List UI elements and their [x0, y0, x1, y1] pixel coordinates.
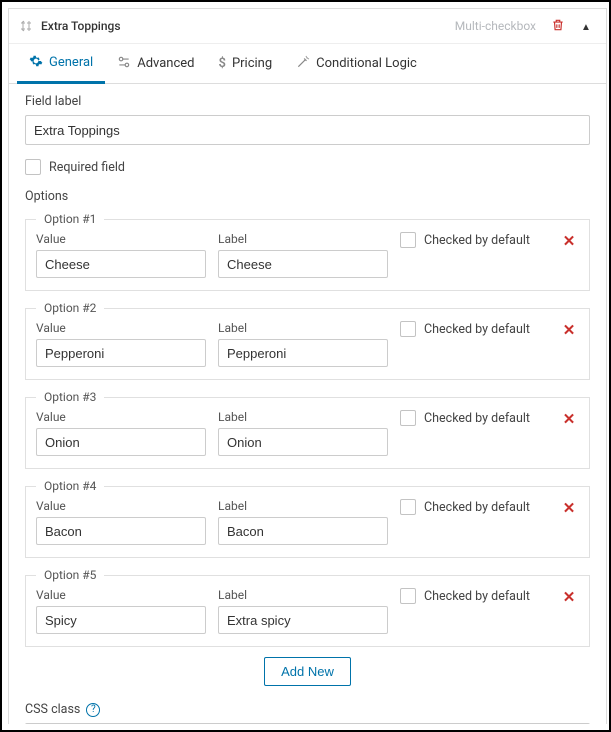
help-icon[interactable]: ?: [86, 703, 100, 717]
option-label-label: Label: [218, 321, 388, 335]
tab-pricing[interactable]: $ Pricing: [207, 44, 285, 83]
option-fieldset: Option #5 Value Label Checked by default ✕: [25, 568, 590, 647]
drag-handle-icon[interactable]: [19, 20, 33, 32]
tab-pricing-label: Pricing: [232, 56, 272, 71]
option-label-label: Label: [218, 410, 388, 424]
option-value-input[interactable]: [36, 428, 206, 456]
field-label-input[interactable]: [25, 115, 590, 145]
option-label-label: Label: [218, 499, 388, 513]
option-default-label: Checked by default: [424, 233, 530, 248]
css-class-title: CSS class: [25, 702, 80, 717]
option-default-checkbox[interactable]: [400, 499, 416, 515]
option-legend: Option #4: [36, 479, 104, 493]
tab-advanced-label: Advanced: [137, 56, 194, 71]
tab-advanced[interactable]: Advanced: [105, 44, 206, 83]
wand-icon: [296, 55, 310, 73]
required-field-label: Required field: [49, 160, 125, 175]
option-label-input[interactable]: [218, 339, 388, 367]
option-default-label: Checked by default: [424, 322, 530, 337]
panel-title: Extra Toppings: [41, 19, 447, 33]
delete-field-button[interactable]: [548, 18, 568, 35]
remove-option-button[interactable]: ✕: [563, 588, 576, 606]
option-label-input[interactable]: [218, 250, 388, 278]
sliders-icon: [117, 55, 131, 73]
option-value-label: Value: [36, 499, 206, 513]
field-label-group: Field label: [25, 94, 590, 145]
option-default-label: Checked by default: [424, 411, 530, 426]
gear-icon: [29, 54, 43, 72]
option-legend: Option #1: [36, 212, 104, 226]
option-value-input[interactable]: [36, 606, 206, 634]
css-class-input[interactable]: [25, 723, 590, 724]
option-row: Value Label Checked by default ✕: [36, 232, 579, 278]
option-label-label: Label: [218, 588, 388, 602]
option-default-label: Checked by default: [424, 500, 530, 515]
option-value-label: Value: [36, 321, 206, 335]
option-default-checkbox[interactable]: [400, 321, 416, 337]
option-row: Value Label Checked by default ✕: [36, 321, 579, 367]
tab-general-label: General: [49, 55, 93, 70]
required-field-checkbox[interactable]: [25, 159, 41, 175]
option-legend: Option #2: [36, 301, 104, 315]
field-label-title: Field label: [25, 94, 590, 109]
field-panel: Extra Toppings Multi-checkbox ▲ General: [8, 8, 607, 724]
option-fieldset: Option #2 Value Label Checked by default ✕: [25, 301, 590, 380]
tab-conditional-logic[interactable]: Conditional Logic: [284, 44, 429, 83]
option-value-label: Value: [36, 410, 206, 424]
remove-option-button[interactable]: ✕: [563, 499, 576, 517]
option-value-label: Value: [36, 232, 206, 246]
option-row: Value Label Checked by default ✕: [36, 410, 579, 456]
option-label-label: Label: [218, 232, 388, 246]
option-legend: Option #3: [36, 390, 104, 404]
option-fieldset: Option #4 Value Label Checked by default ✕: [25, 479, 590, 558]
option-label-input[interactable]: [218, 517, 388, 545]
panel-scroll[interactable]: Extra Toppings Multi-checkbox ▲ General: [8, 8, 607, 724]
option-label-input[interactable]: [218, 606, 388, 634]
option-value-input[interactable]: [36, 250, 206, 278]
remove-option-button[interactable]: ✕: [563, 232, 576, 250]
tab-bar: General Advanced $ Pricing Condition: [9, 44, 606, 84]
caret-up-icon: ▲: [581, 22, 591, 33]
remove-option-button[interactable]: ✕: [563, 321, 576, 339]
css-class-group: CSS class ?: [25, 702, 590, 724]
option-legend: Option #5: [36, 568, 104, 582]
tab-conditional-label: Conditional Logic: [316, 56, 417, 71]
option-default-checkbox[interactable]: [400, 588, 416, 604]
option-value-input[interactable]: [36, 339, 206, 367]
options-section-title: Options: [25, 189, 590, 204]
option-fieldset: Option #3 Value Label Checked by default ✕: [25, 390, 590, 469]
panel-field-type: Multi-checkbox: [455, 19, 536, 33]
option-label-input[interactable]: [218, 428, 388, 456]
tab-general-body: Field label Required field Options Optio…: [9, 84, 606, 724]
option-default-checkbox[interactable]: [400, 232, 416, 248]
panel-header: Extra Toppings Multi-checkbox ▲: [9, 8, 606, 44]
option-row: Value Label Checked by default ✕: [36, 499, 579, 545]
option-value-input[interactable]: [36, 517, 206, 545]
tab-general[interactable]: General: [17, 45, 105, 84]
option-fieldset: Option #1 Value Label Checked by default ✕: [25, 212, 590, 291]
option-row: Value Label Checked by default ✕: [36, 588, 579, 634]
option-value-label: Value: [36, 588, 206, 602]
option-default-checkbox[interactable]: [400, 410, 416, 426]
required-field-group: Required field: [25, 159, 590, 175]
remove-option-button[interactable]: ✕: [563, 410, 576, 428]
collapse-toggle[interactable]: ▲: [576, 19, 596, 33]
option-default-label: Checked by default: [424, 589, 530, 604]
dollar-icon: $: [219, 56, 226, 71]
options-list: Option #1ValueLabelChecked by default✕Op…: [25, 212, 590, 647]
add-option-button[interactable]: Add New: [264, 657, 351, 686]
